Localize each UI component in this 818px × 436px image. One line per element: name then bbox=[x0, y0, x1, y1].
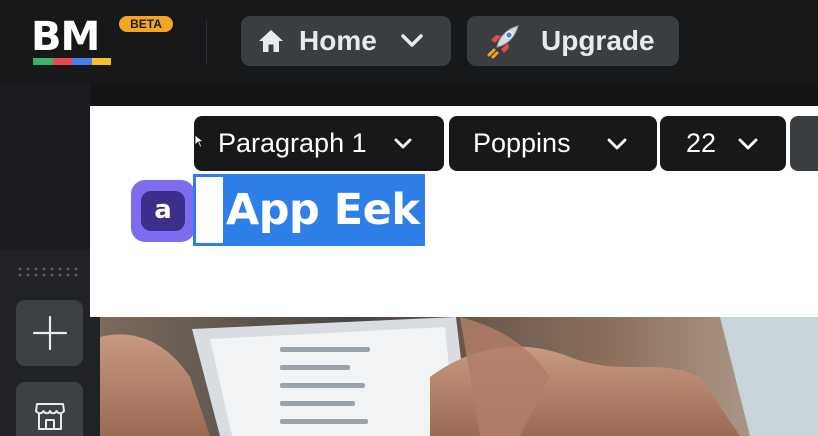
heading-text[interactable]: App Eek! bbox=[226, 180, 439, 240]
chevron-down-icon bbox=[394, 138, 412, 148]
logo-color-stripe bbox=[33, 58, 111, 65]
add-element-button[interactable] bbox=[16, 300, 83, 366]
upgrade-button[interactable]: Upgrade bbox=[467, 16, 679, 66]
font-size-dropdown[interactable]: 22 bbox=[660, 116, 786, 171]
paragraph-style-dropdown[interactable]: Paragraph 1 bbox=[194, 116, 444, 171]
chevron-down-icon bbox=[607, 138, 627, 149]
home-icon bbox=[259, 30, 283, 52]
plus-icon bbox=[32, 315, 67, 351]
logo-wordmark: BM bbox=[31, 14, 100, 60]
header-divider bbox=[206, 20, 207, 64]
more-toolbar-options[interactable] bbox=[790, 116, 818, 171]
app-logo-icon[interactable]: a bbox=[131, 180, 195, 242]
drag-handle-icon[interactable] bbox=[18, 266, 82, 278]
text-cursor bbox=[196, 177, 223, 243]
top-bar: BM BETA Home Upgrade bbox=[0, 0, 818, 84]
home-dropdown-button[interactable]: Home bbox=[241, 16, 451, 66]
bm-logo[interactable]: BM bbox=[31, 17, 113, 67]
store-button[interactable] bbox=[16, 382, 83, 436]
rocket-icon bbox=[487, 25, 519, 59]
paragraph-style-value: Paragraph 1 bbox=[218, 128, 367, 158]
font-family-dropdown[interactable]: Poppins bbox=[449, 116, 657, 171]
chevron-down-icon bbox=[401, 34, 423, 47]
upgrade-label: Upgrade bbox=[541, 25, 655, 56]
home-label: Home bbox=[299, 25, 377, 56]
app-logo-letter: a bbox=[141, 191, 185, 231]
hero-image bbox=[100, 317, 818, 436]
font-size-value: 22 bbox=[686, 128, 717, 158]
chevron-down-icon bbox=[738, 138, 758, 149]
beta-badge: BETA bbox=[119, 16, 173, 32]
mouse-pointer-icon bbox=[194, 134, 204, 148]
font-family-value: Poppins bbox=[473, 128, 571, 158]
storefront-icon bbox=[34, 403, 65, 430]
